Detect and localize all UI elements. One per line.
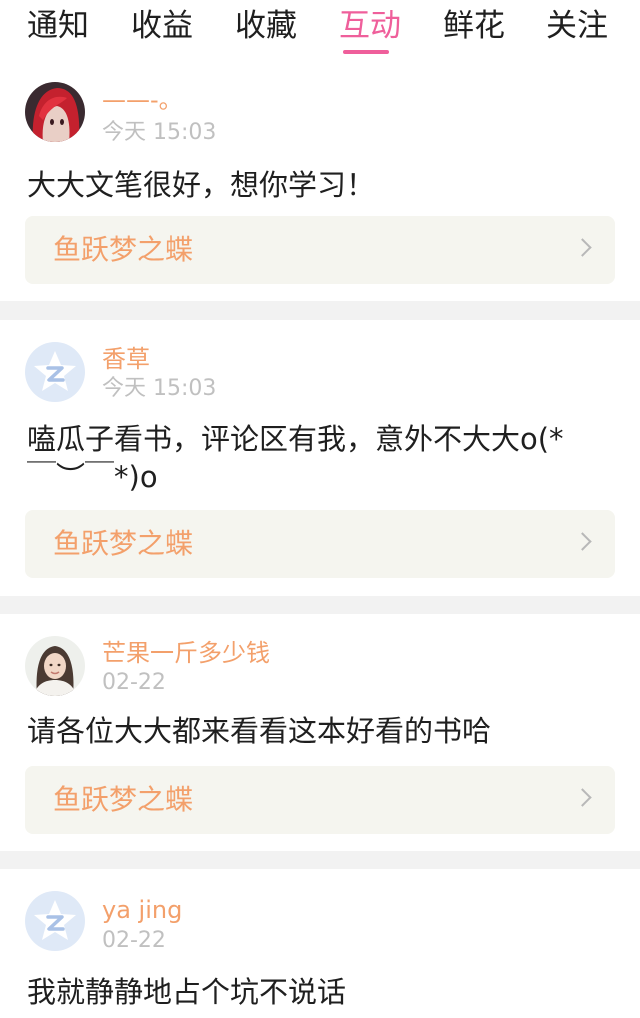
chevron-right-icon (573, 238, 592, 257)
comment-card: 香草 今天 15:03 嗑瓜子看书，评论区有我，意外不大大o(*￣︶￣*)o 鱼… (0, 320, 640, 596)
timestamp: 今天 15:03 (102, 376, 217, 401)
tab-following[interactable]: 关注 (546, 6, 608, 46)
avatar[interactable] (25, 891, 85, 951)
username[interactable]: 香草 (102, 344, 150, 374)
comment-text: 请各位大大都来看看这本好看的书哈 (27, 714, 492, 748)
username[interactable]: 芒果一斤多少钱 (102, 638, 270, 668)
avatar[interactable] (25, 342, 85, 402)
tab-bar: 通知 收益 收藏 互动 鲜花 关注 (0, 0, 640, 58)
book-link[interactable]: 鱼跃梦之蝶 (25, 510, 615, 578)
divider (0, 596, 640, 614)
comment-card: ya jing 02-22 我就静静地占个坑不说话 (0, 869, 640, 1018)
divider (0, 851, 640, 869)
chevron-right-icon (573, 788, 592, 807)
tab-notifications[interactable]: 通知 (27, 6, 89, 46)
tab-interactions[interactable]: 互动 (339, 6, 401, 46)
comment-card: ——-。 今天 15:03 大大文笔很好，想你学习！ 鱼跃梦之蝶 (0, 58, 640, 301)
book-link[interactable]: 鱼跃梦之蝶 (25, 216, 615, 284)
chevron-right-icon (573, 532, 592, 551)
active-tab-indicator (343, 50, 389, 54)
book-link[interactable]: 鱼跃梦之蝶 (25, 766, 615, 834)
tab-favorites[interactable]: 收藏 (235, 6, 297, 46)
avatar[interactable] (25, 82, 85, 142)
divider (0, 301, 640, 320)
comment-text: 嗑瓜子看书，评论区有我，意外不大大o(*￣︶￣*)o (27, 422, 564, 494)
tab-earnings[interactable]: 收益 (131, 6, 193, 46)
comment-card: 芒果一斤多少钱 02-22 请各位大大都来看看这本好看的书哈 鱼跃梦之蝶 (0, 614, 640, 851)
tab-flowers[interactable]: 鲜花 (443, 6, 505, 46)
book-title: 鱼跃梦之蝶 (53, 233, 194, 266)
avatar[interactable] (25, 636, 85, 696)
comment-text: 大大文笔很好，想你学习！ (27, 168, 376, 202)
timestamp: 今天 15:03 (102, 120, 217, 145)
default-star-avatar-icon (25, 891, 85, 951)
timestamp: 02-22 (102, 928, 166, 953)
default-star-avatar-icon (25, 342, 85, 402)
book-title: 鱼跃梦之蝶 (53, 527, 194, 560)
book-title: 鱼跃梦之蝶 (53, 783, 194, 816)
red-hair-anime-avatar-icon (25, 82, 85, 142)
username[interactable]: ——-。 (102, 85, 183, 115)
comment-text: 我就静静地占个坑不说话 (27, 975, 347, 1009)
woman-photo-avatar-icon (25, 636, 85, 696)
username[interactable]: ya jing (102, 895, 182, 925)
timestamp: 02-22 (102, 670, 166, 695)
